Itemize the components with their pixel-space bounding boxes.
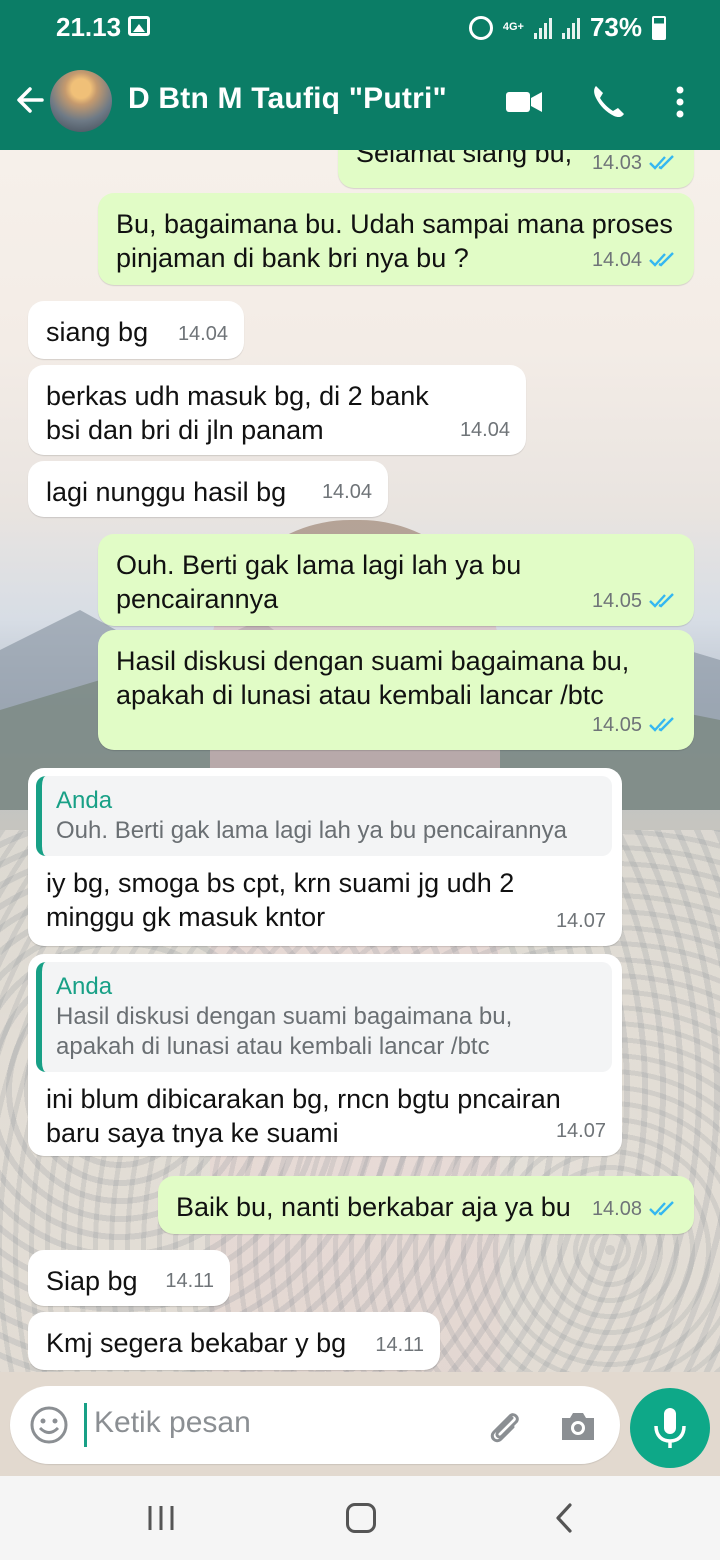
message-meta: 14.04 (178, 317, 228, 351)
message-time: 14.11 (165, 1270, 214, 1292)
message-text: Kmj segera bekabar y bg (46, 1328, 347, 1358)
voice-record-button[interactable] (630, 1388, 710, 1468)
message-time: 14.04 (459, 419, 510, 441)
message-meta: 14.07 (556, 1114, 606, 1148)
message-time: 14.07 (555, 910, 606, 932)
message-text: ini blum dibicarakan bg, rncn bgtu pncai… (46, 1084, 561, 1148)
message-bubble[interactable]: Ouh. Berti gak lama lagi lah ya bu penca… (98, 534, 694, 626)
status-time: 21.13 (56, 12, 122, 42)
more-options-icon[interactable] (658, 80, 702, 124)
attach-icon[interactable] (482, 1404, 526, 1448)
contact-avatar[interactable] (50, 70, 112, 132)
network-type: 4G+ (502, 21, 524, 33)
message-time: 14.04 (591, 249, 642, 271)
gallery-notification-icon (128, 16, 150, 36)
status-bar: 21.13 4G+ 73% (0, 0, 720, 56)
signal-icon-2 (561, 17, 580, 39)
message-bubble[interactable]: Siap bg 14.11 (28, 1250, 230, 1306)
message-bubble[interactable]: Baik bu, nanti berkabar aja ya bu 14.08 (158, 1176, 694, 1234)
message-bubble[interactable]: berkas udh masuk bg, di 2 bank bsi dan b… (28, 365, 526, 455)
quoted-message[interactable]: Anda Ouh. Berti gak lama lagi lah ya bu … (36, 776, 612, 856)
chat-header: D Btn M Taufiq "Putri" (0, 56, 720, 150)
message-placeholder: Ketik pesan (94, 1406, 251, 1439)
quoted-author: Anda (56, 973, 113, 1000)
text-caret (84, 1403, 87, 1447)
message-meta: 14.11 (375, 1328, 424, 1362)
system-navigation-bar (0, 1476, 720, 1560)
mic-icon (654, 1408, 686, 1448)
message-bubble[interactable]: siang bg 14.04 (28, 301, 244, 359)
read-ticks-icon (649, 252, 674, 267)
home-button[interactable] (346, 1503, 376, 1533)
message-meta: 14.04 (460, 413, 510, 447)
message-time: 14.05 (591, 590, 642, 612)
nav-back-icon[interactable] (550, 1502, 580, 1534)
read-ticks-icon (649, 717, 674, 732)
contact-name[interactable]: D Btn M Taufiq "Putri" (128, 82, 447, 116)
message-meta: 14.11 (165, 1264, 214, 1298)
message-time: 14.04 (321, 481, 372, 503)
message-input[interactable]: Ketik pesan (10, 1386, 620, 1464)
video-call-icon[interactable] (502, 80, 546, 124)
message-bubble[interactable]: Anda Hasil diskusi dengan suami bagaiman… (28, 954, 622, 1156)
message-bubble[interactable]: Selamat siang bu, 14.03 (338, 150, 694, 188)
signal-icon (533, 17, 552, 39)
voice-call-icon[interactable] (586, 80, 630, 124)
message-time: 14.08 (591, 1198, 642, 1220)
quoted-text: Ouh. Berti gak lama lagi lah ya bu penca… (56, 817, 567, 844)
quoted-message[interactable]: Anda Hasil diskusi dengan suami bagaiman… (36, 962, 612, 1072)
message-meta: 14.05 (592, 708, 678, 742)
message-composer: Ketik pesan (0, 1372, 720, 1476)
quoted-author: Anda (56, 787, 113, 814)
message-time: 14.11 (375, 1334, 424, 1356)
quoted-text: Hasil diskusi dengan suami bagaimana bu,… (56, 1003, 513, 1060)
message-bubble[interactable]: lagi nunggu hasil bg 14.04 (28, 461, 388, 517)
read-ticks-icon (649, 155, 674, 170)
read-ticks-icon (649, 593, 674, 608)
message-text: iy bg, smoga bs cpt, krn suami jg udh 2 … (46, 868, 515, 932)
camera-icon[interactable] (556, 1404, 600, 1448)
recent-apps-icon[interactable] (146, 1504, 176, 1532)
message-time: 14.07 (555, 1120, 606, 1142)
message-bubble[interactable]: Anda Ouh. Berti gak lama lagi lah ya bu … (28, 768, 622, 946)
message-meta: 14.08 (592, 1192, 678, 1226)
message-time: 14.03 (591, 152, 642, 174)
message-text: Hasil diskusi dengan suami bagaimana bu,… (116, 646, 630, 710)
message-meta: 14.04 (592, 243, 678, 277)
battery-percent: 73% (589, 12, 642, 42)
battery-icon (652, 15, 666, 40)
message-meta: 14.05 (592, 584, 678, 618)
message-time: 14.04 (177, 323, 228, 345)
back-arrow-icon[interactable] (12, 80, 52, 120)
message-meta: 14.07 (556, 904, 606, 938)
status-icons: 4G+ 73% (468, 12, 666, 43)
message-bubble[interactable]: Kmj segera bekabar y bg 14.11 (28, 1312, 440, 1370)
message-meta: 14.03 (592, 150, 678, 180)
read-ticks-icon (649, 1201, 674, 1216)
message-time: 14.05 (591, 714, 642, 736)
message-text: berkas udh masuk bg, di 2 bank bsi dan b… (46, 381, 429, 445)
chat-area[interactable]: Selamat siang bu, 14.03 Bu, bagaimana bu… (0, 150, 720, 1372)
message-bubble[interactable]: Hasil diskusi dengan suami bagaimana bu,… (98, 630, 694, 750)
message-bubble[interactable]: Bu, bagaimana bu. Udah sampai mana prose… (98, 193, 694, 285)
emoji-icon[interactable] (28, 1404, 70, 1446)
alarm-icon (468, 15, 493, 40)
message-meta: 14.04 (322, 475, 372, 509)
